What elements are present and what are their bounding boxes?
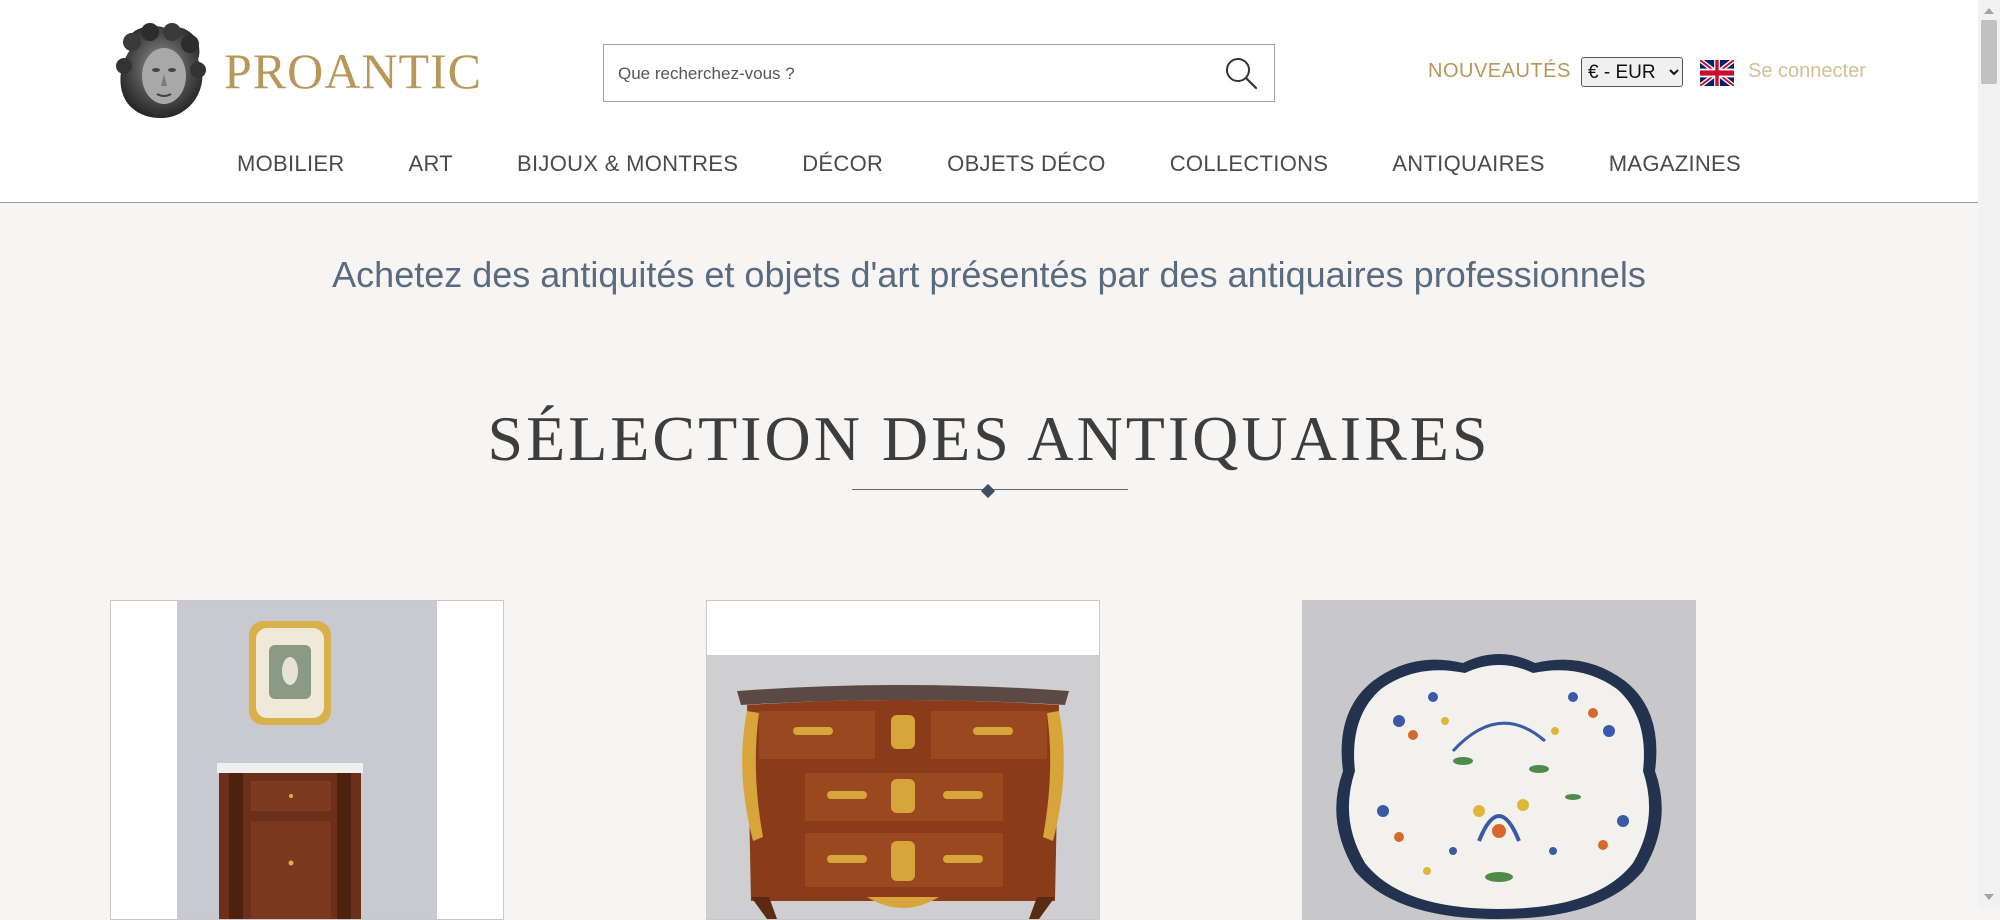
tagline: Achetez des antiquités et objets d'art p… <box>332 254 1646 295</box>
product-card[interactable] <box>706 600 1100 920</box>
scroll-thumb[interactable] <box>1981 20 1997 84</box>
nav-item-antiquaires[interactable]: ANTIQUAIRES <box>1360 149 1576 179</box>
nav-item-magazines[interactable]: MAGAZINES <box>1577 149 1773 179</box>
divider-diamond-icon <box>980 483 996 499</box>
login-link[interactable]: Se connecter <box>1748 60 1866 83</box>
nav-item-art[interactable]: ART <box>377 149 486 179</box>
nouveautes-link[interactable]: NOUVEAUTÉS <box>1428 60 1571 83</box>
section-title: SÉLECTION DES ANTIQUAIRES <box>487 403 1491 474</box>
product-image-platter[interactable] <box>1303 601 1695 919</box>
nav-item-objets-deco[interactable]: OBJETS DÉCO <box>915 149 1138 179</box>
page-scrollbar[interactable] <box>1978 0 2000 908</box>
product-image-commode[interactable] <box>707 601 1099 919</box>
site-header: PROANTIC NOUVEAUTÉS € - EUR Se connecter… <box>0 0 1978 203</box>
search-box <box>603 44 1275 103</box>
nav-item-mobilier[interactable]: MOBILIER <box>205 149 377 179</box>
nav-item-decor[interactable]: DÉCOR <box>770 149 915 179</box>
logo-text[interactable]: PROANTIC <box>224 42 482 100</box>
main-nav: MOBILIER ART BIJOUX & MONTRES DÉCOR OBJE… <box>0 149 1978 179</box>
uk-flag-icon[interactable] <box>1700 60 1734 86</box>
product-card[interactable] <box>110 600 504 920</box>
product-image-cabinet[interactable] <box>111 601 503 919</box>
search-input[interactable] <box>616 45 1200 103</box>
scroll-down-arrow-icon[interactable] <box>1984 894 1994 900</box>
product-card[interactable] <box>1302 600 1696 920</box>
nav-item-bijoux-montres[interactable]: BIJOUX & MONTRES <box>485 149 770 179</box>
search-icon[interactable] <box>1222 54 1260 92</box>
currency-select[interactable]: € - EUR <box>1581 57 1683 87</box>
logo-icon[interactable] <box>110 20 210 122</box>
nav-item-collections[interactable]: COLLECTIONS <box>1138 149 1361 179</box>
scroll-up-arrow-icon[interactable] <box>1984 8 1994 14</box>
